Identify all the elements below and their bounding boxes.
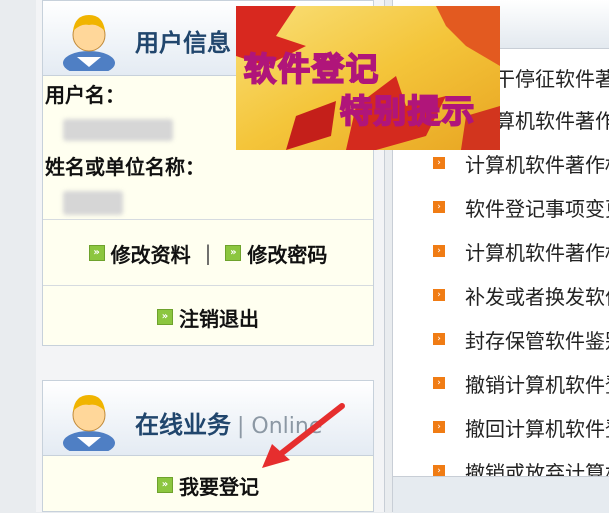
- change-password-link[interactable]: » 修改密码: [225, 239, 327, 268]
- news-item[interactable]: › 软件登记事项变更: [393, 186, 609, 228]
- profile-actions-row: » 修改资料 | » 修改密码: [43, 219, 373, 286]
- username-label: 用户名：: [45, 83, 125, 107]
- register-label: 我要登记: [179, 474, 259, 499]
- logout-icon: »: [157, 309, 173, 325]
- online-business-title-text: 在线业务: [135, 411, 231, 439]
- bullet-icon: ›: [433, 157, 445, 169]
- news-item[interactable]: › 封存保管软件鉴别: [393, 318, 609, 360]
- banner-line1: 软件登记: [243, 49, 381, 89]
- change-password-label: 修改密码: [247, 242, 328, 267]
- username-value-redacted: [63, 119, 173, 141]
- news-item[interactable]: › 撤回计算机软件登: [393, 406, 609, 448]
- bullet-icon: ›: [433, 201, 445, 213]
- logout-label: 注销退出: [179, 306, 259, 331]
- logout-row: » 注销退出: [43, 285, 373, 348]
- edit-profile-link[interactable]: » 修改资料: [88, 239, 191, 268]
- bullet-icon: ›: [433, 289, 445, 301]
- name-label: 姓名或单位名称：: [45, 155, 205, 179]
- banner-line2: 特别提示: [339, 91, 477, 131]
- bullet-icon: ›: [433, 421, 445, 433]
- edit-profile-label: 修改资料: [110, 242, 191, 267]
- user-avatar-icon: [63, 15, 115, 71]
- bullet-icon: ›: [433, 377, 445, 389]
- bullet-icon: ›: [433, 333, 445, 345]
- bullet-icon: ›: [433, 245, 445, 257]
- software-registration-banner[interactable]: 软件登记 特别提示: [236, 6, 500, 150]
- register-link[interactable]: » 我要登记: [157, 471, 259, 500]
- red-arrow-icon: [262, 403, 345, 468]
- logout-link[interactable]: » 注销退出: [157, 303, 259, 332]
- news-footer: [393, 476, 609, 513]
- edit-icon: »: [88, 245, 105, 261]
- password-icon: »: [225, 245, 242, 261]
- news-item[interactable]: › 补发或者换发软件: [393, 274, 609, 316]
- news-item[interactable]: › 计算机软件著作权: [393, 230, 609, 272]
- user-info-title: 用户信息: [135, 29, 231, 57]
- name-value-redacted: [63, 191, 123, 215]
- news-item[interactable]: › 撤销计算机软件登: [393, 362, 609, 404]
- user-avatar-icon: [63, 395, 115, 451]
- action-separator: |: [204, 241, 212, 265]
- register-icon: »: [157, 477, 173, 493]
